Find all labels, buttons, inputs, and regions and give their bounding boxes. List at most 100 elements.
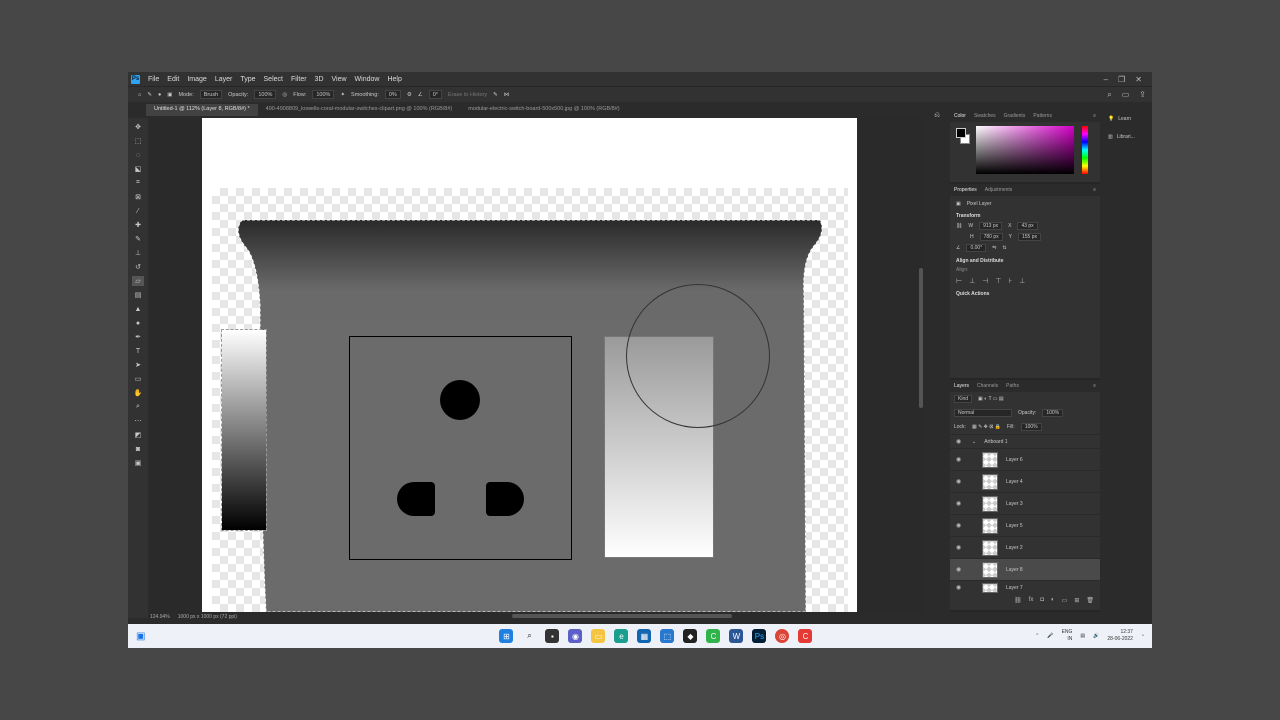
mode-select[interactable]: Brush	[199, 90, 223, 99]
trash-icon[interactable]: 🗑	[1086, 597, 1094, 604]
recorder-icon[interactable]: C	[798, 629, 813, 643]
folder-icon[interactable]: ▭	[1062, 597, 1068, 604]
lasso-tool-icon[interactable]: ◌	[132, 150, 144, 160]
layer-row[interactable]: ◉ Layer 4	[950, 470, 1100, 492]
eye-icon[interactable]: ◉	[956, 566, 964, 573]
menu-image[interactable]: Image	[183, 76, 210, 83]
airbrush-icon[interactable]: ✦	[340, 92, 345, 98]
gear-icon[interactable]: ⚙	[407, 92, 412, 98]
pressure-size-icon[interactable]: ✎	[493, 92, 498, 98]
home-icon[interactable]: ⌂	[138, 92, 141, 98]
layer-row[interactable]: ◉ Layer 5	[950, 514, 1100, 536]
language-indicator[interactable]: ENG IN	[1062, 629, 1073, 643]
eraser-tool-icon[interactable]: ✎	[147, 92, 152, 98]
quick-actions-heading[interactable]: Quick Actions	[956, 291, 1094, 297]
eye-icon[interactable]: ◉	[956, 438, 964, 445]
adjustment-icon[interactable]: ◐	[1051, 597, 1055, 604]
angle-field[interactable]: 0.00°	[966, 244, 987, 252]
doc-tab-clipart[interactable]: 490-4908809_kowells-coral-modular-switch…	[258, 104, 461, 116]
object-select-tool-icon[interactable]: ⬕	[132, 164, 144, 174]
doc-tab-untitled[interactable]: Untitled-1 @ 112% (Layer 8, RGB/8#) *	[146, 104, 258, 116]
search-icon[interactable]: ⌕	[522, 629, 536, 643]
tab-layers[interactable]: Layers	[954, 383, 969, 389]
tab-color[interactable]: Color	[954, 113, 966, 119]
dodge-tool-icon[interactable]: ●	[132, 318, 144, 328]
foreground-color-swatch[interactable]	[956, 128, 966, 138]
tab-patterns[interactable]: Patterns	[1033, 113, 1052, 119]
share-icon[interactable]: ⇪	[1139, 90, 1146, 100]
learn-button[interactable]: 💡 Learn	[1104, 110, 1152, 128]
menu-view[interactable]: View	[328, 76, 351, 83]
menu-layer[interactable]: Layer	[211, 76, 237, 83]
widgets-icon[interactable]: ▣	[136, 631, 145, 642]
gradient-tool-icon[interactable]: ▤	[132, 290, 144, 300]
mask-icon[interactable]: ◘	[1040, 597, 1044, 604]
menu-help[interactable]: Help	[383, 76, 405, 83]
artboard[interactable]	[202, 118, 857, 612]
menu-filter[interactable]: Filter	[287, 76, 311, 83]
volume-icon[interactable]: 🔊	[1093, 633, 1099, 639]
align-left-icon[interactable]: ⊢	[956, 277, 962, 285]
align-vcenter-icon[interactable]: ⊦	[1008, 277, 1012, 285]
link-icon[interactable]: ⛓	[956, 223, 962, 229]
smoothing-field[interactable]: 0%	[384, 90, 401, 99]
menu-file[interactable]: File	[144, 76, 163, 83]
horizontal-scroll-thumb[interactable]	[512, 614, 732, 618]
history-panel-icon[interactable]: ⎌	[934, 112, 940, 120]
zoom-tool-icon[interactable]: ⌕	[132, 402, 144, 412]
edge-icon[interactable]: e	[614, 629, 629, 643]
fill-field[interactable]: 100%	[1020, 423, 1042, 431]
eye-icon[interactable]: ◉	[956, 500, 964, 507]
vertical-scrollbar[interactable]	[918, 118, 924, 614]
rectangle-tool-icon[interactable]: ▭	[132, 374, 144, 384]
pen-tool-icon[interactable]: ✒	[132, 332, 144, 342]
brush-settings-icon[interactable]: ▣	[167, 92, 172, 98]
network-icon[interactable]: ▤	[1080, 633, 1085, 639]
panel-menu-icon[interactable]: ≡	[1093, 187, 1096, 193]
more-tools-icon[interactable]: ⋯	[132, 416, 144, 426]
calculator-icon[interactable]: ▦	[637, 629, 652, 643]
brush-size-icon[interactable]: ●	[158, 92, 161, 98]
vertical-scroll-thumb[interactable]	[919, 268, 923, 408]
panel-menu-icon[interactable]: ≡	[1093, 113, 1096, 119]
eye-icon[interactable]: ◉	[956, 584, 964, 591]
blur-tool-icon[interactable]: ▲	[132, 304, 144, 314]
chevron-down-icon[interactable]: ⌄	[972, 439, 976, 445]
pressure-opacity-icon[interactable]: ◎	[282, 92, 287, 98]
camtasia-icon[interactable]: C	[706, 629, 721, 643]
color-swatches-icon[interactable]: ◩	[132, 430, 144, 440]
flip-horizontal-icon[interactable]: ⇋	[992, 245, 996, 251]
flow-field[interactable]: 100%	[312, 90, 335, 99]
healing-tool-icon[interactable]: ✚	[132, 220, 144, 230]
move-tool-icon[interactable]: ✥	[132, 122, 144, 132]
hand-tool-icon[interactable]: ✋	[132, 388, 144, 398]
type-tool-icon[interactable]: T	[132, 346, 144, 356]
clock[interactable]: 12:37 28-06-2022	[1107, 629, 1133, 643]
layer-group-artboard[interactable]: ◉ ⌄ Artboard 1	[950, 434, 1100, 448]
libraries-button[interactable]: ▥ Librari...	[1104, 128, 1152, 146]
link-layers-icon[interactable]: ⛓	[1014, 597, 1022, 604]
panel-menu-icon[interactable]: ≡	[1093, 383, 1096, 389]
minimize-button[interactable]: –	[1104, 75, 1108, 84]
tab-paths[interactable]: Paths	[1006, 383, 1019, 389]
eyedropper-tool-icon[interactable]: ⁄	[132, 206, 144, 216]
menu-edit[interactable]: Edit	[163, 76, 183, 83]
stamp-tool-icon[interactable]: ⊥	[132, 248, 144, 258]
tab-swatches[interactable]: Swatches	[974, 113, 996, 119]
menu-select[interactable]: Select	[260, 76, 287, 83]
erase-to-history-checkbox[interactable]: Erase to History	[448, 92, 487, 98]
new-layer-icon[interactable]: ⊞	[1074, 597, 1079, 604]
fx-icon[interactable]: fx	[1029, 597, 1034, 604]
menu-type[interactable]: Type	[236, 76, 259, 83]
notifications-icon[interactable]: ◔	[1141, 633, 1144, 639]
canvas-area[interactable]	[150, 118, 920, 614]
align-hcenter-icon[interactable]: ⊥	[969, 277, 975, 285]
lock-icons[interactable]: ▦ ✎ ✥ ⊠ 🔒	[972, 424, 1001, 430]
eraser-tool-icon[interactable]: ▱	[132, 276, 144, 286]
word-icon[interactable]: W	[729, 629, 744, 643]
frame-tool-icon[interactable]: ⊠	[132, 192, 144, 202]
eye-icon[interactable]: ◉	[956, 544, 964, 551]
photoshop-taskbar-icon[interactable]: Ps	[752, 629, 767, 643]
chevron-up-icon[interactable]: ⌃	[1035, 633, 1039, 639]
doc-tab-switch-board[interactable]: modular-electric-switch-board-500x500.jp…	[460, 104, 627, 116]
